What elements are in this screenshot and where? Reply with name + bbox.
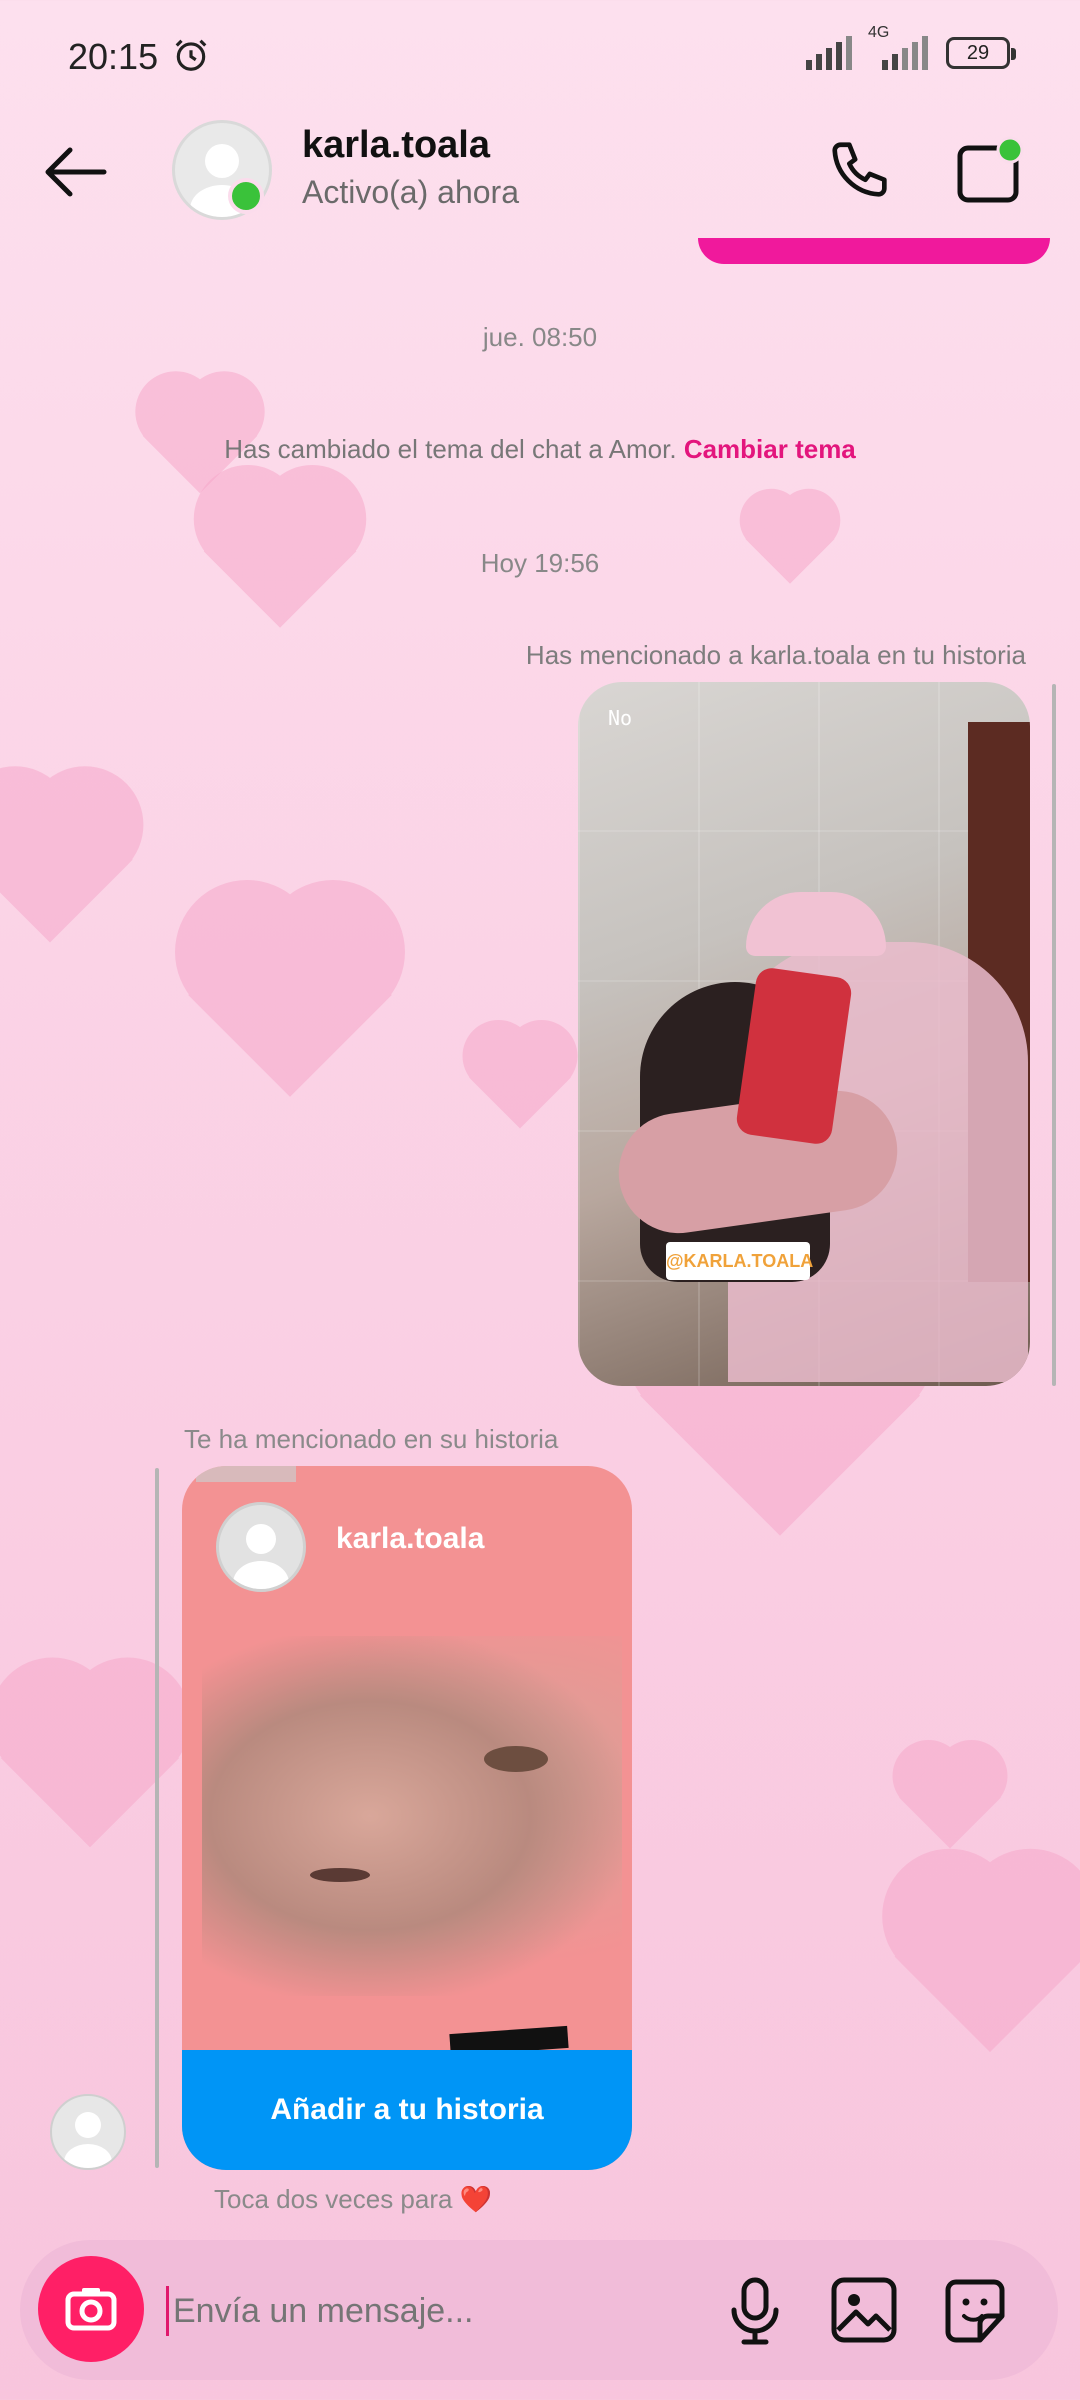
battery-level-text: 29 xyxy=(966,42,990,64)
sender-avatar[interactable] xyxy=(50,2094,126,2170)
story-author-avatar xyxy=(216,1502,306,1592)
alarm-icon xyxy=(175,39,207,71)
timestamp-thursday: jue. 08:50 xyxy=(482,322,598,352)
microphone-icon xyxy=(731,2277,779,2345)
background-heart-decoration xyxy=(146,892,434,1148)
sticker-button[interactable] xyxy=(940,2276,1010,2346)
contact-name[interactable]: karla.toala xyxy=(302,124,490,167)
story-reply-line xyxy=(155,1468,159,2168)
camera-button[interactable] xyxy=(38,2256,144,2362)
theme-change-notice: Has cambiado el tema del chat a Amor. Ca… xyxy=(0,434,1080,465)
theme-change-text: Has cambiado el tema del chat a Amor. xyxy=(224,434,677,464)
double-tap-text: Toca dos veces para xyxy=(214,2184,453,2214)
heart-emoji-icon: ❤️ xyxy=(459,2184,493,2214)
background-heart-decoration xyxy=(855,1860,1080,2100)
story-overlay-text: No xyxy=(608,706,633,730)
chat-header: karla.toala Activo(a) ahora xyxy=(0,110,1080,240)
story-reply-line xyxy=(1052,684,1056,1386)
arrow-left-icon xyxy=(45,147,107,197)
background-heart-decoration xyxy=(0,776,167,984)
signal-4g-icon: 4G xyxy=(868,24,932,70)
image-icon xyxy=(831,2277,897,2343)
online-status-dot xyxy=(228,178,264,214)
status-bar: 20:15 4G 29 xyxy=(0,0,1080,110)
voice-call-button[interactable] xyxy=(826,136,896,206)
previous-message-bubble-edge xyxy=(698,238,1050,264)
add-to-story-button[interactable]: Añadir a tu historia xyxy=(182,2050,632,2170)
message-input[interactable] xyxy=(166,2286,695,2336)
mention-sticker: @KARLA.TOALA xyxy=(666,1242,813,1280)
phone-icon xyxy=(832,142,887,197)
change-theme-link[interactable]: Cambiar tema xyxy=(684,434,856,464)
signal-icon xyxy=(806,36,852,70)
status-indicators: 4G 29 xyxy=(806,24,1016,70)
voice-message-button[interactable] xyxy=(724,2276,786,2346)
double-tap-hint: Toca dos veces para ❤️ xyxy=(214,2184,492,2215)
received-story-caption: Te ha mencionado en su historia xyxy=(184,1424,559,1454)
person-placeholder-icon xyxy=(64,2112,112,2168)
back-button[interactable] xyxy=(40,142,110,202)
sent-story-caption: Has mencionado a karla.toala en tu histo… xyxy=(525,640,1026,670)
status-time: 20:15 xyxy=(68,36,210,78)
gallery-button[interactable] xyxy=(830,2276,898,2344)
contact-status: Activo(a) ahora xyxy=(302,174,519,210)
person-placeholder-icon xyxy=(233,1524,289,1589)
background-heart-decoration xyxy=(448,1026,592,1154)
timestamp-today: Hoy 19:56 xyxy=(480,548,600,578)
video-camera-icon xyxy=(957,136,1024,203)
story-author-name: karla.toala xyxy=(336,1522,485,1555)
sent-story-preview[interactable]: No @KARLA.TOALA xyxy=(578,682,1030,1386)
camera-icon xyxy=(65,2288,117,2331)
clock-text: 20:15 xyxy=(68,36,159,77)
video-call-button[interactable] xyxy=(954,134,1030,208)
sticker-icon xyxy=(945,2279,1005,2343)
received-story-preview[interactable]: karla.toala Añadir a tu historia xyxy=(182,1466,632,2170)
battery-icon: 29 xyxy=(946,37,1016,69)
